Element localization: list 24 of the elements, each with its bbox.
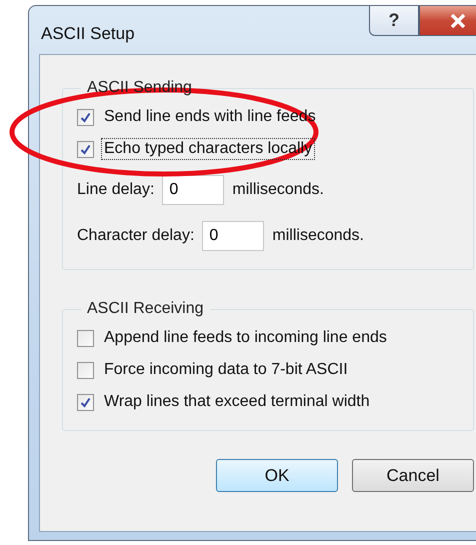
window-title: ASCII Setup: [41, 24, 135, 44]
checkbox[interactable]: [77, 108, 94, 126]
option-label: Force incoming data to 7-bit ASCII: [103, 360, 349, 380]
delay-field[interactable]: 0: [162, 175, 224, 205]
ok-button[interactable]: OK: [216, 459, 338, 492]
check-icon: [80, 144, 91, 154]
cancel-button[interactable]: Cancel: [352, 459, 474, 492]
group-title: ASCII Receiving: [86, 300, 204, 318]
checkbox[interactable]: [77, 330, 94, 346]
unit-label: milliseconds.: [272, 227, 364, 245]
checkbox[interactable]: [77, 140, 94, 158]
close-icon: [450, 14, 466, 28]
close-button[interactable]: [419, 6, 476, 36]
option-label: Append line feeds to incoming line ends: [103, 328, 388, 348]
check-icon: [80, 396, 91, 408]
checkbox[interactable]: [77, 362, 94, 378]
checkbox[interactable]: [77, 394, 94, 410]
option-label: Wrap lines that exceed terminal width: [103, 392, 371, 412]
field-label: Line delay:: [77, 181, 154, 199]
unit-label: milliseconds.: [232, 181, 324, 199]
help-button[interactable]: ?: [369, 6, 419, 36]
field-label: Character delay:: [77, 227, 194, 245]
delay-field[interactable]: 0: [202, 221, 264, 251]
check-icon: [80, 112, 91, 122]
